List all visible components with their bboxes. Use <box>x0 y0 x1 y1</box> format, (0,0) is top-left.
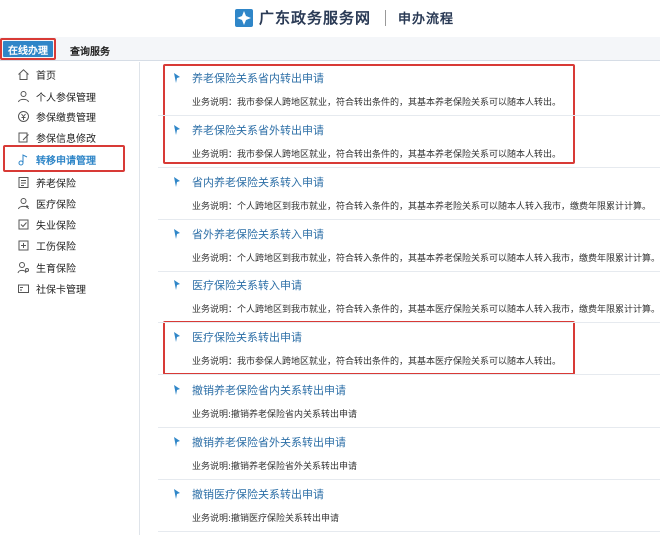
list-item[interactable]: 省内养老保险关系转入申请 业务说明：个人跨地区到我市就业，符合转入条件的，其基本… <box>158 168 660 220</box>
bookmark-icon <box>172 488 182 500</box>
bookmark-icon <box>172 72 182 84</box>
sidebar-item-unemployment[interactable]: 失业保险 <box>0 214 140 234</box>
service-list: 养老保险关系省内转出申请 业务说明：我市参保人跨地区就业，符合转出条件的，其基本… <box>158 62 660 535</box>
sidebar-item-label: 首页 <box>36 70 56 82</box>
site-header: 广东政务服务网 申办流程 <box>0 0 660 36</box>
person-icon <box>17 90 30 103</box>
service-description: 业务说明：个人跨地区到我市就业，符合转入条件的，其基本医疗保险关系可以随本人转入… <box>192 305 660 315</box>
service-link[interactable]: 撤销养老保险省外关系转出申请 <box>192 434 346 450</box>
tab-query-service[interactable]: 查询服务 <box>70 43 110 58</box>
bookmark-icon <box>172 279 182 291</box>
payment-icon <box>17 110 30 123</box>
sidebar-item-label: 失业保险 <box>36 220 76 232</box>
bookmark-icon <box>172 331 182 343</box>
site-logo-icon <box>234 8 254 28</box>
service-description: 业务说明：个人跨地区到我市就业，符合转入条件的，其基本养老保险关系可以随本人转入… <box>192 254 660 264</box>
tab-online-service[interactable]: 在线办理 <box>3 41 53 57</box>
maternity-icon <box>17 261 30 274</box>
sidebar-item-injury[interactable]: 工伤保险 <box>0 235 140 255</box>
service-link[interactable]: 撤销医疗保险关系转出申请 <box>192 486 324 502</box>
service-description: 业务说明：我市参保人跨地区就业，符合转出条件的，其基本养老保险关系可以随本人转出… <box>192 98 562 108</box>
card-icon <box>17 282 30 295</box>
bookmark-icon <box>172 384 182 396</box>
sidebar-item-info-edit[interactable]: 参保信息修改 <box>0 127 140 147</box>
bookmark-icon <box>172 228 182 240</box>
sidebar-item-maternity[interactable]: 生育保险 <box>0 257 140 277</box>
service-link[interactable]: 医疗保险关系转出申请 <box>192 329 302 345</box>
service-link[interactable]: 省内养老保险关系转入申请 <box>192 174 324 190</box>
sidebar-item-label: 医疗保险 <box>36 199 76 211</box>
list-item[interactable]: 撤销养老保险省外关系转出申请 业务说明:撤销养老保险省外关系转出申请 <box>158 428 660 480</box>
medical-icon <box>17 197 30 210</box>
sidebar-item-home[interactable]: 首页 <box>0 64 140 84</box>
site-title: 广东政务服务网 <box>259 9 372 27</box>
service-description: 业务说明：个人跨地区到我市就业，符合转入条件的，其基本养老险关系可以随本人转入我… <box>192 202 652 212</box>
sidebar-item-label: 转移申请管理 <box>36 155 96 167</box>
list-item[interactable]: 撤销医疗保险关系转出申请 业务说明:撤销医疗保险关系转出申请 <box>158 480 660 532</box>
sidebar: 首页 个人参保管理 参保缴费管理 参保信息修改 转移申请管理 养老保险 医疗保险… <box>0 62 140 535</box>
service-description: 业务说明：我市参保人跨地区就业，符合转出条件的，其基本养老保险关系可以随本人转出… <box>192 150 562 160</box>
sidebar-item-payment[interactable]: 参保缴费管理 <box>0 106 140 126</box>
pension-icon <box>17 176 30 189</box>
sidebar-item-label: 生育保险 <box>36 263 76 275</box>
service-link[interactable]: 养老保险关系省内转出申请 <box>192 70 324 86</box>
sidebar-item-label: 个人参保管理 <box>36 92 96 104</box>
sidebar-item-label: 养老保险 <box>36 178 76 190</box>
tab-bar: 在线办理 查询服务 <box>0 37 660 61</box>
list-item[interactable]: 医疗保险关系转入申请 业务说明：个人跨地区到我市就业，符合转入条件的，其基本医疗… <box>158 271 660 323</box>
sidebar-item-label: 工伤保险 <box>36 241 76 253</box>
list-item[interactable]: 医疗保险关系转出申请 业务说明：我市参保人跨地区就业，符合转出条件的，其基本医疗… <box>158 323 660 375</box>
header-divider <box>385 9 387 26</box>
transfer-icon <box>17 153 30 166</box>
list-item[interactable]: 养老保险关系省内转出申请 业务说明：我市参保人跨地区就业，符合转出条件的，其基本… <box>158 64 660 116</box>
unemployment-icon <box>17 218 30 231</box>
service-description: 业务说明：我市参保人跨地区就业，符合转出条件的，其基本医疗保险关系可以随本人转出… <box>192 357 562 367</box>
edit-icon <box>17 131 30 144</box>
service-link[interactable]: 省外养老保险关系转入申请 <box>192 226 324 242</box>
bookmark-icon <box>172 124 182 136</box>
sidebar-item-label: 社保卡管理 <box>36 284 86 296</box>
list-item[interactable]: 养老保险关系省外转出申请 业务说明：我市参保人跨地区就业，符合转出条件的，其基本… <box>158 116 660 168</box>
home-icon <box>17 68 30 81</box>
list-item[interactable]: 撤销养老保险省内关系转出申请 业务说明:撤销养老保险省内关系转出申请 <box>158 376 660 428</box>
service-link[interactable]: 撤销养老保险省内关系转出申请 <box>192 382 346 398</box>
bookmark-icon <box>172 176 182 188</box>
sidebar-item-personal-insurance[interactable]: 个人参保管理 <box>0 86 140 106</box>
sidebar-item-card[interactable]: 社保卡管理 <box>0 278 140 298</box>
sidebar-item-pension[interactable]: 养老保险 <box>0 172 140 192</box>
list-item[interactable]: 省外养老保险关系转入申请 业务说明：个人跨地区到我市就业，符合转入条件的，其基本… <box>158 220 660 272</box>
bookmark-icon <box>172 436 182 448</box>
sidebar-item-label: 参保信息修改 <box>36 133 96 145</box>
page-subtitle: 申办流程 <box>398 12 455 27</box>
sidebar-item-transfer[interactable]: 转移申请管理 <box>0 149 140 169</box>
brand[interactable]: 广东政务服务网 申办流程 <box>234 7 454 28</box>
sidebar-item-label: 参保缴费管理 <box>36 112 96 124</box>
sidebar-item-medical[interactable]: 医疗保险 <box>0 193 140 213</box>
service-description: 业务说明:撤销养老保险省内关系转出申请 <box>192 410 358 420</box>
tab-highlight-frame: 在线办理 <box>0 38 56 60</box>
service-link[interactable]: 养老保险关系省外转出申请 <box>192 122 324 138</box>
injury-icon <box>17 239 30 252</box>
service-link[interactable]: 医疗保险关系转入申请 <box>192 277 302 293</box>
service-description: 业务说明:撤销医疗保险关系转出申请 <box>192 514 340 524</box>
service-description: 业务说明:撤销养老保险省外关系转出申请 <box>192 462 358 472</box>
